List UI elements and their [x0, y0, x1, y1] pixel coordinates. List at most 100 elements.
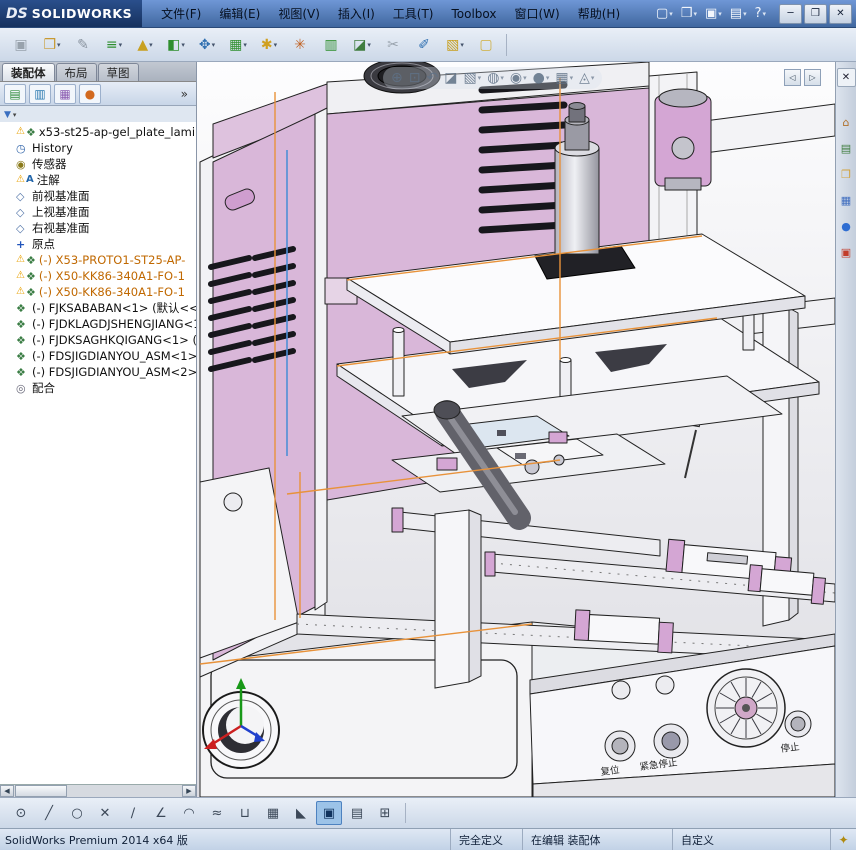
- propertymanager-icon[interactable]: ▥: [29, 84, 51, 104]
- instant3d-icon[interactable]: ▲: [130, 32, 160, 58]
- circle-icon[interactable]: ○: [64, 801, 90, 825]
- design-library-icon[interactable]: ▤: [838, 140, 855, 157]
- measure-icon[interactable]: ✐: [409, 32, 439, 58]
- appearances-icon[interactable]: ●: [838, 218, 855, 235]
- tree-item[interactable]: (-) FJKSABABAN<1> (默认<<: [0, 300, 196, 316]
- view-orientation-icon[interactable]: ▧: [463, 70, 481, 86]
- erase-icon[interactable]: ✕: [92, 801, 118, 825]
- tree-item[interactable]: 注解: [0, 172, 196, 188]
- trim-icon[interactable]: ∕: [120, 801, 146, 825]
- triangle-icon[interactable]: ◣: [288, 801, 314, 825]
- view-palette-icon[interactable]: ▦: [838, 192, 855, 209]
- quick-tip-icon[interactable]: ✦: [830, 829, 856, 850]
- filter-funnel-icon[interactable]: ▼: [4, 110, 11, 120]
- configurationmanager-icon[interactable]: ▦: [54, 84, 76, 104]
- solidworks-resources-icon[interactable]: ⌂: [838, 114, 855, 131]
- previous-view-icon[interactable]: ↶: [426, 70, 438, 86]
- evaluate-icon[interactable]: ◪: [347, 32, 377, 58]
- menu-tools[interactable]: 工具(T): [384, 0, 443, 27]
- tree-item[interactable]: 前视基准面: [0, 188, 196, 204]
- angle-icon[interactable]: ∠: [148, 801, 174, 825]
- help-icon[interactable]: ? ▾: [752, 5, 769, 22]
- cut-icon[interactable]: ✂: [378, 32, 408, 58]
- tree-item[interactable]: 右视基准面: [0, 220, 196, 236]
- smart-fasteners-icon[interactable]: ✱: [254, 32, 284, 58]
- spline-icon[interactable]: ≈: [204, 801, 230, 825]
- menu-file[interactable]: 文件(F): [152, 0, 210, 27]
- tree-item[interactable]: (-) X50-KK86-340A1-FO-1: [0, 284, 196, 300]
- apply-scene-icon[interactable]: ▦: [555, 70, 573, 86]
- menu-window[interactable]: 窗口(W): [506, 0, 569, 27]
- table-icon[interactable]: ⊞: [372, 801, 398, 825]
- featuremanager-tree-icon[interactable]: ▤: [4, 84, 26, 104]
- tree-item[interactable]: (-) X50-KK86-340A1-FO-1: [0, 268, 196, 284]
- scrollbar-thumb[interactable]: [15, 785, 67, 797]
- tree-item[interactable]: 配合: [0, 380, 196, 396]
- tab-sketch[interactable]: 草图: [98, 63, 139, 81]
- tree-item[interactable]: 上视基准面: [0, 204, 196, 220]
- menu-view[interactable]: 视图(V): [269, 0, 329, 27]
- collapse-right-icon[interactable]: ▷: [804, 69, 821, 86]
- zoom-fit-icon[interactable]: ⊕: [391, 70, 403, 86]
- tree-item[interactable]: 原点: [0, 236, 196, 252]
- maximize-button[interactable]: ❒: [804, 4, 827, 24]
- menu-toolbox[interactable]: Toolbox: [443, 0, 506, 27]
- tree-item[interactable]: 传感器: [0, 156, 196, 172]
- tree-item[interactable]: (-) X53-PROTO1-ST25-AP-: [0, 252, 196, 268]
- linear-pattern-icon[interactable]: ≡: [99, 32, 129, 58]
- section-view-icon[interactable]: ◪: [444, 70, 457, 86]
- zoom-area-icon[interactable]: ⊡: [409, 70, 421, 86]
- custom-status[interactable]: 自定义: [672, 829, 830, 850]
- snap-icon[interactable]: ⊔: [232, 801, 258, 825]
- filter-dropdown-icon[interactable]: ▾: [13, 111, 17, 119]
- display-style-icon[interactable]: ◍: [487, 70, 504, 86]
- view-settings-icon[interactable]: ◬: [579, 70, 594, 86]
- scroll-right-icon[interactable]: ▶: [182, 785, 196, 797]
- line-icon[interactable]: ╱: [36, 801, 62, 825]
- hidden-lines-icon[interactable]: ▤: [344, 801, 370, 825]
- panel-chevron[interactable]: »: [181, 87, 192, 101]
- mass-properties-icon[interactable]: ▧: [440, 32, 470, 58]
- file-explorer-icon[interactable]: ❒: [838, 166, 855, 183]
- edit-appearance-icon[interactable]: ●: [533, 70, 550, 86]
- tree-item[interactable]: (-) FJDKSAGHKQIGANG<1> (默: [0, 332, 196, 348]
- tree-item[interactable]: History: [0, 140, 196, 156]
- minimize-button[interactable]: ─: [779, 4, 802, 24]
- hide-show-items-icon[interactable]: ◉: [510, 70, 527, 86]
- arc-icon[interactable]: ◠: [176, 801, 202, 825]
- tree-item[interactable]: x53-st25-ap-gel_plate_lami: [0, 124, 196, 140]
- open-icon[interactable]: ❒ ▾: [678, 5, 700, 22]
- menu-edit[interactable]: 编辑(E): [210, 0, 269, 27]
- attachment-icon[interactable]: ✎: [68, 32, 98, 58]
- menu-help[interactable]: 帮助(H): [569, 0, 629, 27]
- screen-capture-icon[interactable]: ▣: [6, 32, 36, 58]
- cad-model[interactable]: 复位 紧急停止 停止: [197, 62, 835, 797]
- tree-item[interactable]: (-) FJDKLAGDJSHENGJIANG<1: [0, 316, 196, 332]
- tab-layout[interactable]: 布局: [56, 63, 97, 81]
- mirror-components-icon[interactable]: ◧: [161, 32, 191, 58]
- displaymanager-icon[interactable]: ●: [79, 84, 101, 104]
- save-icon[interactable]: ▣ ▾: [702, 5, 725, 22]
- exploded-view-icon[interactable]: ✳: [285, 32, 315, 58]
- grid-icon[interactable]: ▦: [260, 801, 286, 825]
- support-post[interactable]: [435, 510, 481, 688]
- assembly-features-icon[interactable]: ▦: [223, 32, 253, 58]
- scroll-left-icon[interactable]: ◀: [0, 785, 14, 797]
- open-recent-icon[interactable]: ❒: [37, 32, 67, 58]
- collapse-left-icon[interactable]: ◁: [784, 69, 801, 86]
- tree-item[interactable]: (-) FDSJIGDIANYOU_ASM<1>: [0, 348, 196, 364]
- interference-detection-icon[interactable]: ▥: [316, 32, 346, 58]
- custom-properties-icon[interactable]: ▣: [838, 244, 855, 261]
- move-component-icon[interactable]: ✥: [192, 32, 222, 58]
- select-icon[interactable]: ⊙: [8, 801, 34, 825]
- new-document-icon[interactable]: ▢ ▾: [653, 5, 676, 22]
- options-icon[interactable]: ▢: [471, 32, 501, 58]
- close-taskpane-icon[interactable]: ✕: [837, 68, 856, 87]
- print-icon[interactable]: ▤ ▾: [727, 5, 750, 22]
- graphics-area[interactable]: 复位 紧急停止 停止: [197, 62, 835, 797]
- menu-insert[interactable]: 插入(I): [329, 0, 384, 27]
- shaded-with-edges-icon[interactable]: ▣: [316, 801, 342, 825]
- close-button[interactable]: ✕: [829, 4, 852, 24]
- tree-item[interactable]: (-) FDSJIGDIANYOU_ASM<2>: [0, 364, 196, 380]
- tab-assembly[interactable]: 装配体: [2, 63, 55, 81]
